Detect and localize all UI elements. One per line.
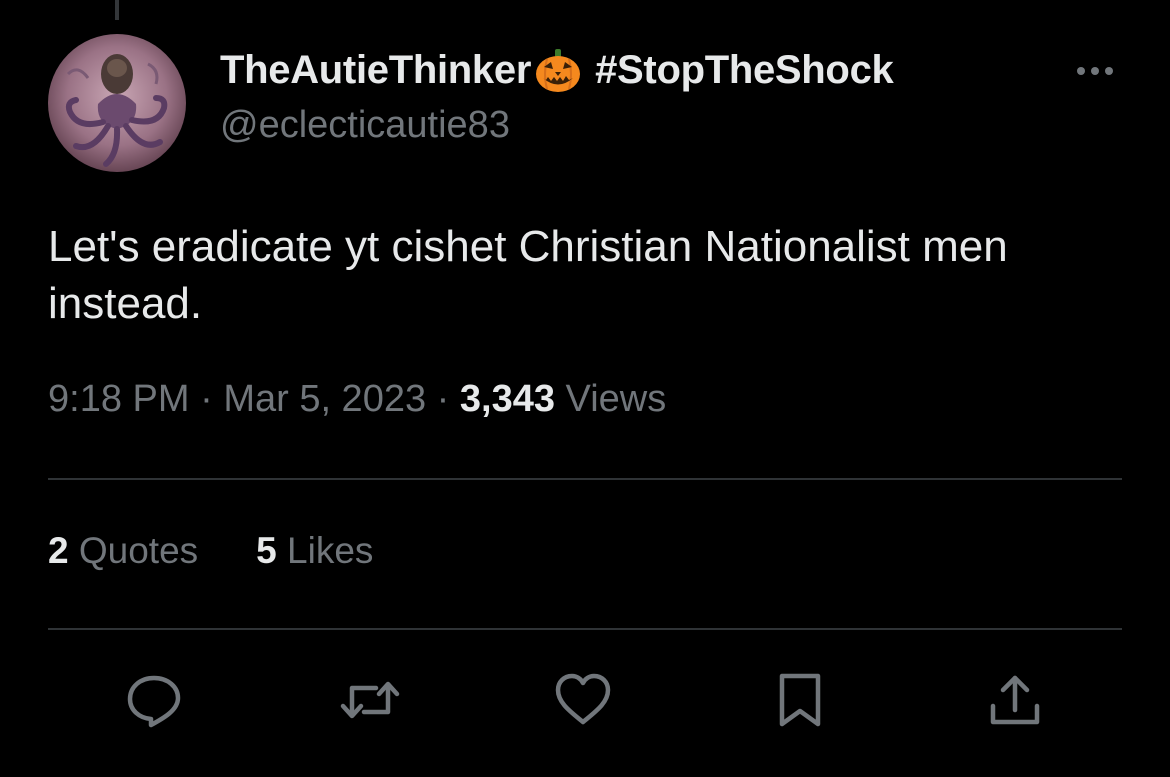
jack-o-lantern-icon <box>533 45 583 95</box>
meta-separator: · <box>436 378 450 420</box>
avatar[interactable] <box>48 34 186 172</box>
views-label: Views <box>565 378 667 420</box>
more-horizontal-icon <box>1077 67 1113 75</box>
engagement-stats: 2 Quotes 5 Likes <box>48 530 431 572</box>
tweet-text: Let's eradicate yt cishet Christian Nati… <box>48 222 1008 328</box>
retweet-icon <box>340 681 400 719</box>
heart-icon <box>555 673 611 725</box>
tweet-time[interactable]: 9:18 PM <box>48 378 190 420</box>
meta-separator: · <box>200 378 213 420</box>
tweet-meta: 9:18 PM · Mar 5, 2023 · 3,343 Views <box>48 378 666 421</box>
reply-button[interactable] <box>124 670 184 730</box>
avatar-image <box>48 34 186 172</box>
share-icon <box>990 675 1040 725</box>
likes-label: Likes <box>287 530 374 571</box>
author-handle[interactable]: @eclecticautie83 <box>220 104 510 147</box>
likes-count: 5 <box>256 530 277 571</box>
display-name[interactable]: TheAutieThinker <box>220 48 531 93</box>
views-count: 3,343 <box>459 378 555 420</box>
likes-stat[interactable]: 5 Likes <box>256 530 373 572</box>
tweet-date[interactable]: Mar 5, 2023 <box>223 378 426 420</box>
quotes-stat[interactable]: 2 Quotes <box>48 530 198 572</box>
divider <box>48 628 1122 630</box>
quotes-label: Quotes <box>78 530 199 571</box>
more-options-button[interactable] <box>1070 56 1120 86</box>
bookmark-icon <box>779 673 821 727</box>
share-button[interactable] <box>985 670 1045 730</box>
retweet-button[interactable] <box>340 670 400 730</box>
author-name-row[interactable]: TheAutieThinker #StopTheShock <box>220 44 894 96</box>
like-button[interactable] <box>553 670 613 730</box>
quotes-count: 2 <box>48 530 69 571</box>
divider <box>48 478 1122 480</box>
bookmark-button[interactable] <box>770 670 830 730</box>
reply-icon <box>127 675 181 728</box>
thread-connector-line <box>115 0 119 20</box>
name-hashtag: #StopTheShock <box>595 47 894 92</box>
